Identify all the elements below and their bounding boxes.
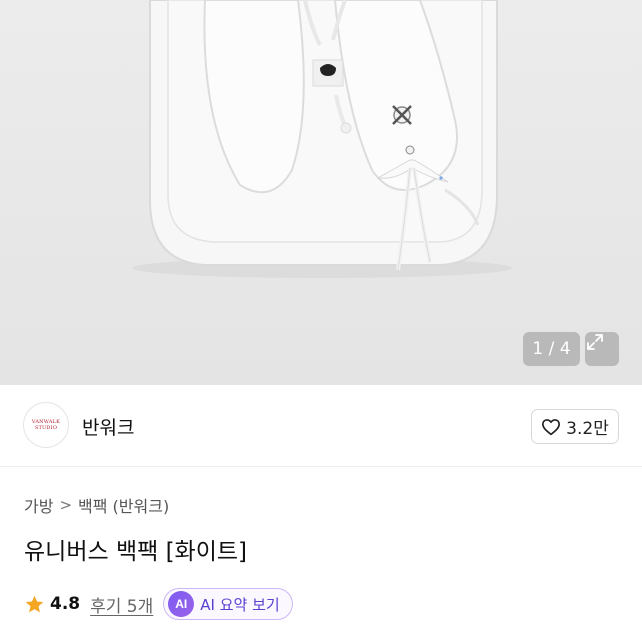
breadcrumb: 가방 > 백팩 (반워크) [24,493,169,517]
rating-row: 4.8 후기 5개 AI AI 요약 보기 [24,588,293,620]
ai-badge-icon: AI [168,591,195,617]
product-image-carousel[interactable]: 1 / 4 [0,0,642,385]
like-button[interactable]: 3.2만 [531,409,619,444]
expand-button[interactable] [585,332,619,366]
product-photo [132,0,512,278]
image-counter: 1 / 4 [523,332,580,366]
ai-summary-label: AI 요약 보기 [200,595,280,614]
breadcrumb-category[interactable]: 가방 [24,493,53,517]
ai-summary-button[interactable]: AI AI 요약 보기 [163,588,293,620]
heart-icon [542,418,561,435]
breadcrumb-subcategory[interactable]: 백팩 (반워크) [78,493,169,517]
star-icon [25,595,44,612]
like-count: 3.2만 [566,419,609,439]
seller-name[interactable]: 반워크 [82,413,134,440]
seller-avatar[interactable]: VANWALK STUDIO [23,402,69,448]
product-title: 유니버스 백팩 [화이트] [24,539,248,565]
seller-row[interactable]: VANWALK STUDIO 반워크 3.2만 [0,385,642,467]
reviews-link[interactable]: 후기 5개 [90,592,153,617]
expand-icon [587,334,603,350]
rating-score: 4.8 [50,594,81,614]
breadcrumb-separator: > [59,496,73,514]
product-page: 1 / 4 VANWALK STUDIO 반워크 3.2만 가방 > 백팩 (반… [0,0,642,642]
seller-logo-line-2: STUDIO [34,425,58,431]
